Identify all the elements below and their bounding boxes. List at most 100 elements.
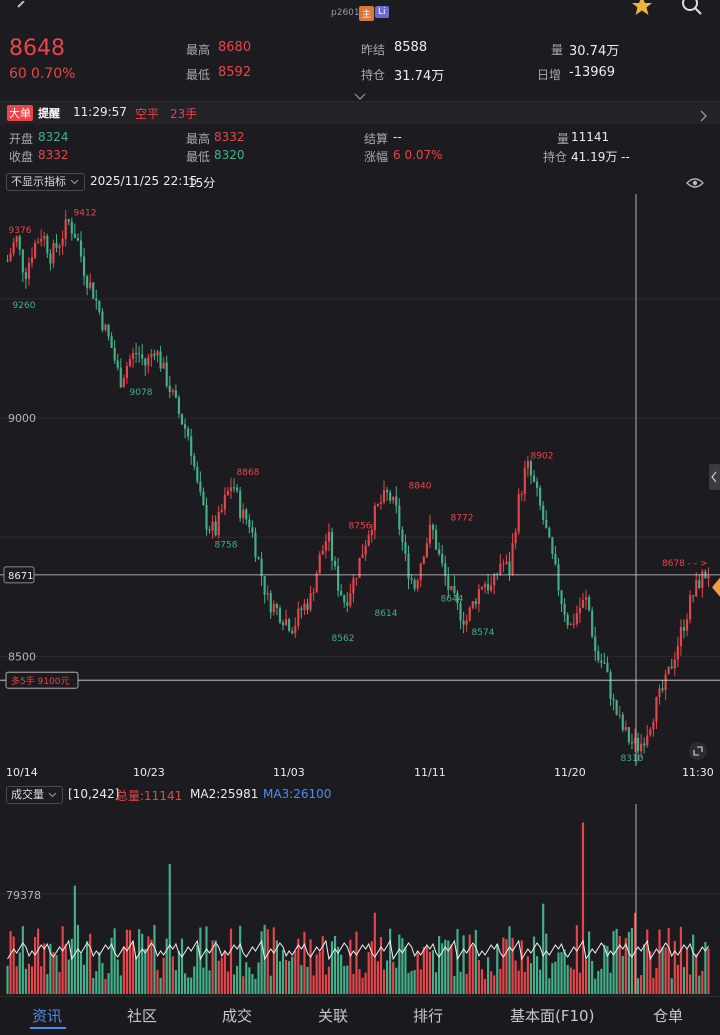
candle-body	[156, 351, 159, 356]
volume-bar	[425, 946, 428, 994]
alert-tag-big-order: 大单	[7, 105, 33, 121]
li-badge: Li	[375, 6, 389, 18]
nav-news[interactable]: 资讯	[32, 1005, 62, 1026]
candle-body	[153, 353, 156, 356]
volume-bar	[101, 962, 104, 994]
volume-bar	[217, 960, 220, 994]
nav-ranking[interactable]: 排行	[413, 1005, 443, 1026]
candle-body	[664, 674, 667, 691]
volume-bar	[523, 971, 526, 994]
stat-value: 31.74万	[394, 69, 445, 84]
candle-body	[434, 529, 438, 550]
volume-bar	[113, 928, 116, 994]
candle-body	[612, 698, 615, 701]
volume-bar	[431, 950, 435, 994]
volume-axis-tick: 79378	[6, 889, 41, 902]
candle-body	[30, 257, 34, 263]
volume-bar	[367, 952, 370, 994]
candle-body	[144, 358, 147, 366]
extreme-price-label: 8756	[349, 521, 372, 531]
candle-body	[86, 276, 89, 288]
volume-bar	[679, 926, 682, 994]
volume-bar	[21, 926, 24, 994]
main-badge: 主	[359, 6, 375, 21]
volume-bar	[594, 978, 597, 994]
volume-bar	[30, 966, 34, 994]
candle-body	[578, 607, 581, 614]
candle-body	[340, 590, 343, 596]
candle-body	[640, 743, 643, 752]
candle-body	[141, 354, 144, 359]
candle-body	[685, 619, 689, 631]
volume-bar	[514, 960, 517, 994]
volume-bar	[373, 912, 376, 994]
volume-bar	[438, 936, 441, 994]
volume-bar	[428, 951, 432, 994]
back-icon[interactable]	[14, 0, 28, 14]
candle-body	[569, 623, 572, 626]
volume-bar	[386, 960, 389, 994]
big-order-alert[interactable]: 大单 提醒 11:29:57 空平 23手	[0, 101, 720, 125]
volume-bar	[355, 931, 358, 994]
volume-bar	[220, 957, 223, 994]
volume-bar	[269, 975, 272, 994]
volume-bar	[422, 946, 425, 994]
volume-bar	[98, 952, 101, 994]
candle-body	[624, 727, 627, 731]
nav-related[interactable]: 关联	[318, 1005, 348, 1026]
candle-body	[193, 455, 196, 467]
volume-bar	[214, 940, 217, 994]
volume-bar	[61, 926, 64, 994]
price-chart[interactable]: 9000 8500 9376 9412 9260 9078 8868 8758 8756 856…	[0, 194, 720, 766]
volume-bar	[661, 946, 664, 994]
volume-bar	[239, 925, 242, 994]
nav-fundamentals[interactable]: 基本面(F10)	[510, 1005, 594, 1026]
volume-bar	[630, 928, 634, 994]
volume-indicator-select[interactable]: 成交量	[6, 786, 63, 804]
high-label: 最高	[186, 132, 211, 146]
candle-body	[526, 461, 529, 469]
chart-period[interactable]: 15分	[188, 174, 215, 191]
candle-body	[95, 298, 98, 301]
candle-body	[679, 627, 682, 646]
nav-community[interactable]: 社区	[127, 1005, 157, 1026]
star-icon[interactable]	[630, 0, 654, 18]
volume-bar	[333, 935, 337, 994]
candle-body	[187, 428, 190, 437]
candle-body	[116, 360, 119, 368]
candle-body	[575, 613, 578, 624]
candle-body	[444, 563, 447, 577]
volume-bar	[370, 941, 373, 994]
candle-body	[89, 282, 92, 288]
volume-bar	[89, 933, 92, 994]
volume-bar	[600, 968, 603, 994]
volume-bar	[505, 939, 508, 994]
volume-bar	[46, 974, 49, 994]
candle-body	[101, 311, 104, 331]
candle-body	[174, 390, 177, 398]
candle-body	[566, 614, 569, 626]
expand-chevron-icon[interactable]	[354, 86, 366, 100]
indicator-select[interactable]: 不显示指标	[6, 173, 85, 191]
nav-warehouse-receipt[interactable]: 仓单	[653, 1005, 683, 1026]
candle-body	[37, 241, 40, 243]
candle-body	[34, 242, 37, 258]
volume-bar	[86, 941, 89, 994]
candle-body	[260, 558, 263, 576]
nav-trades[interactable]: 成交	[222, 1005, 252, 1026]
volume-chart[interactable]: 79378	[0, 804, 720, 994]
candle-body	[560, 590, 563, 604]
volume-bar	[652, 977, 655, 994]
volume-bar	[340, 954, 343, 994]
candle-body	[159, 351, 162, 369]
eye-icon[interactable]	[686, 174, 704, 188]
candle-body	[303, 603, 306, 611]
volume-bar	[272, 927, 275, 994]
chevron-right-icon[interactable]	[700, 107, 708, 122]
candle-body	[300, 608, 303, 611]
candle-body	[514, 531, 517, 544]
volume-bar	[205, 926, 208, 994]
candle-body	[43, 235, 46, 239]
search-icon[interactable]	[680, 0, 704, 18]
candle-body	[104, 324, 107, 331]
